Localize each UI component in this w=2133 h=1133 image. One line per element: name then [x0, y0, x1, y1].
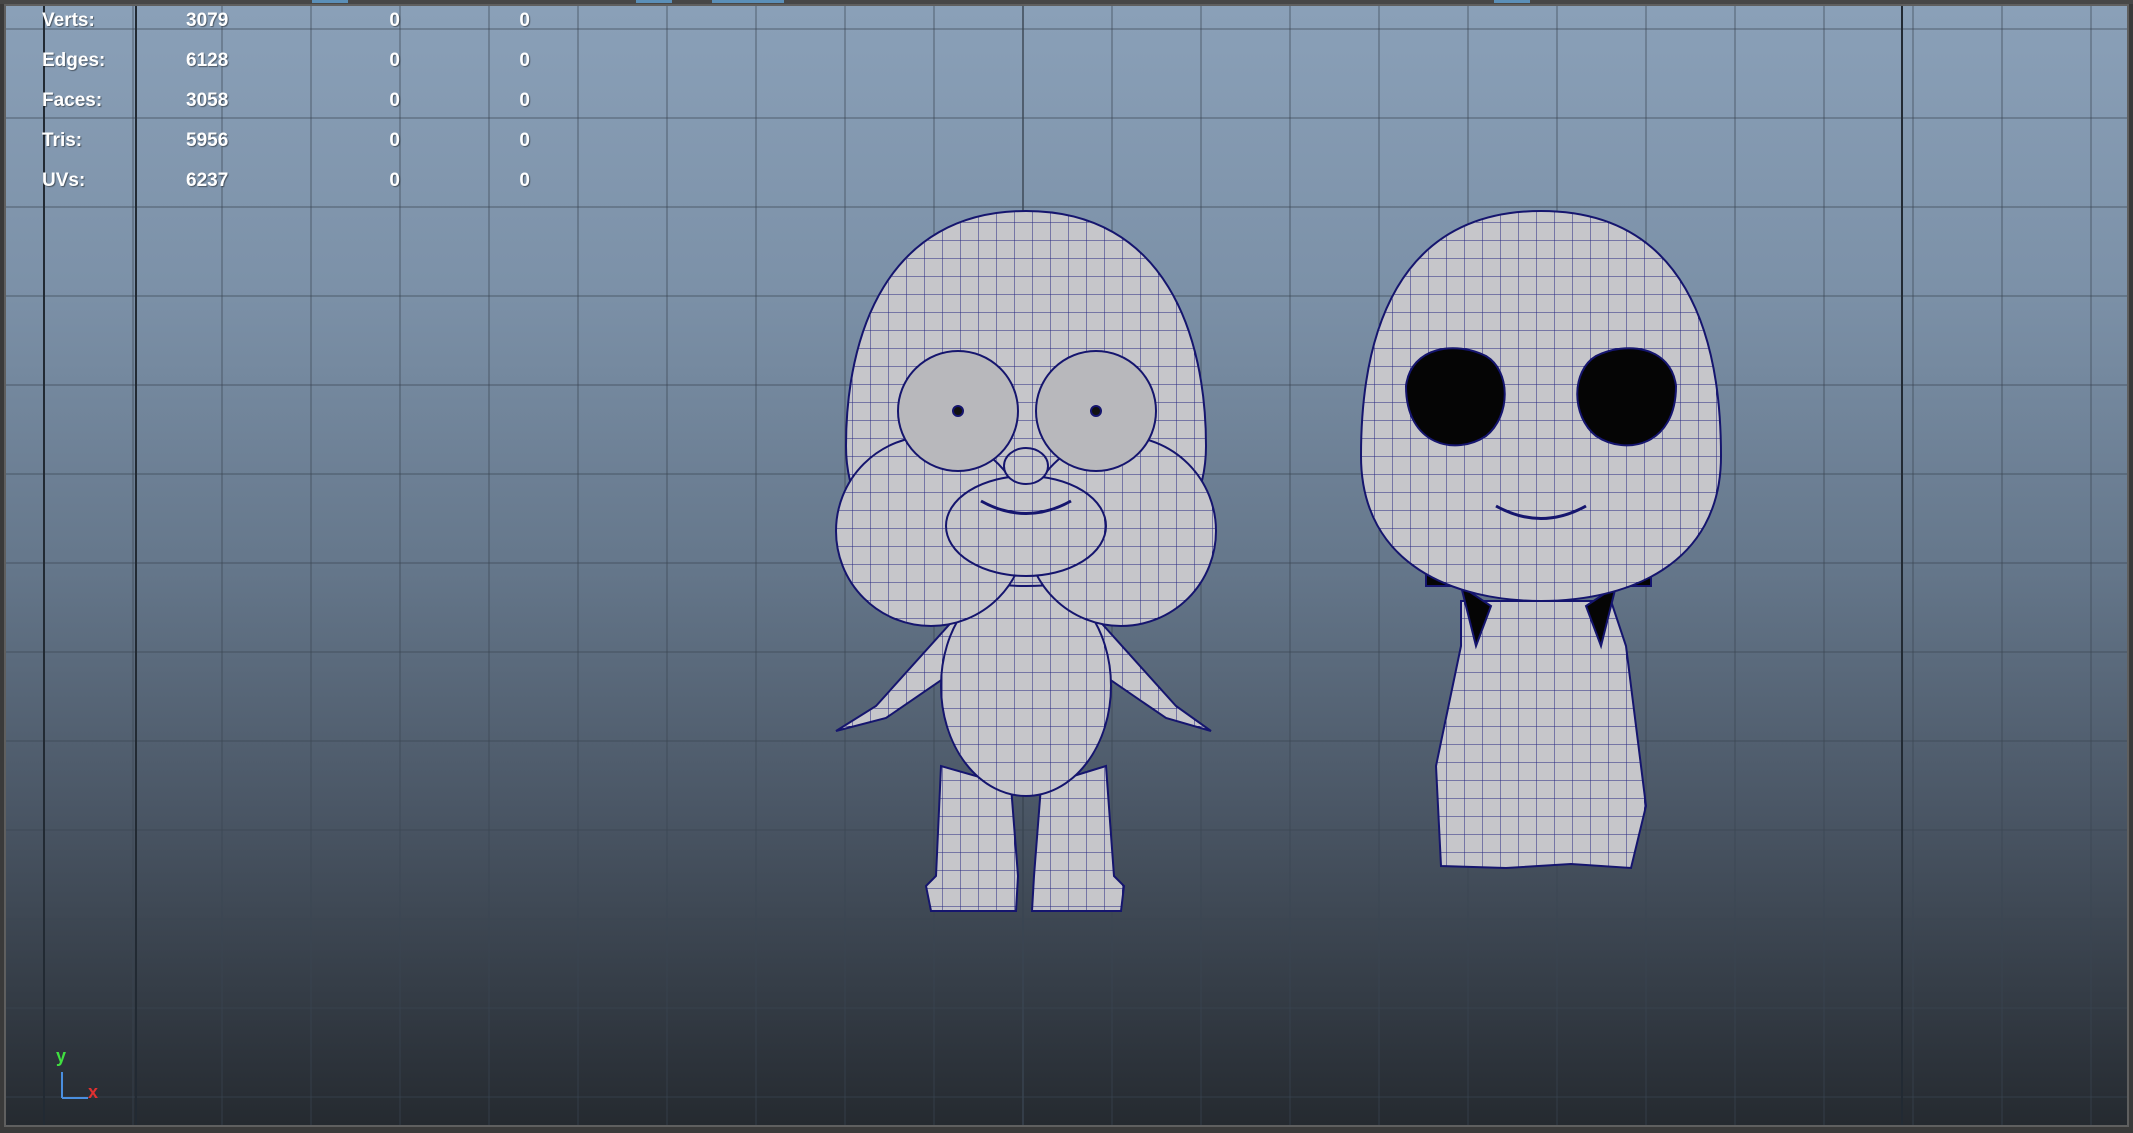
hud-uv-selected: 0 — [519, 170, 530, 191]
hud-selected: 0 — [389, 10, 400, 31]
hud-label: Edges: — [42, 50, 106, 71]
hud-selected: 0 — [389, 90, 400, 111]
toolbar-highlight — [1494, 0, 1530, 3]
poly-count-hud: Verts: 3079 0 0 Edges: 6128 0 0 Faces: 3… — [6, 6, 566, 206]
hud-count: 3058 — [186, 90, 229, 111]
hud-selected: 0 — [389, 50, 400, 71]
hud-label: Verts: — [42, 10, 95, 31]
character-right-model — [1359, 209, 1723, 870]
toolbar-highlight — [636, 0, 672, 3]
toolbar-highlight — [312, 0, 348, 3]
axis-indicator: y x — [54, 1046, 114, 1106]
hud-uv-selected: 0 — [519, 10, 530, 31]
hud-uv-selected: 0 — [519, 130, 530, 151]
axis-x-label: x — [88, 1082, 99, 1102]
axis-y-label: y — [56, 1046, 67, 1066]
hud-count: 6237 — [186, 170, 229, 191]
3d-viewport[interactable]: Verts: 3079 0 0 Edges: 6128 0 0 Faces: 3… — [4, 4, 2129, 1127]
toolbar-highlight — [712, 0, 784, 3]
hud-selected: 0 — [389, 130, 400, 151]
hud-uv-selected: 0 — [519, 50, 530, 71]
hud-count: 5956 — [186, 130, 229, 151]
hud-uv-selected: 0 — [519, 90, 530, 111]
hud-label: Faces: — [42, 90, 103, 111]
hud-selected: 0 — [389, 170, 400, 191]
hud-count: 3079 — [186, 10, 229, 31]
hud-label: UVs: — [42, 170, 86, 191]
hud-count: 6128 — [186, 50, 229, 71]
hud-label: Tris: — [42, 130, 83, 151]
